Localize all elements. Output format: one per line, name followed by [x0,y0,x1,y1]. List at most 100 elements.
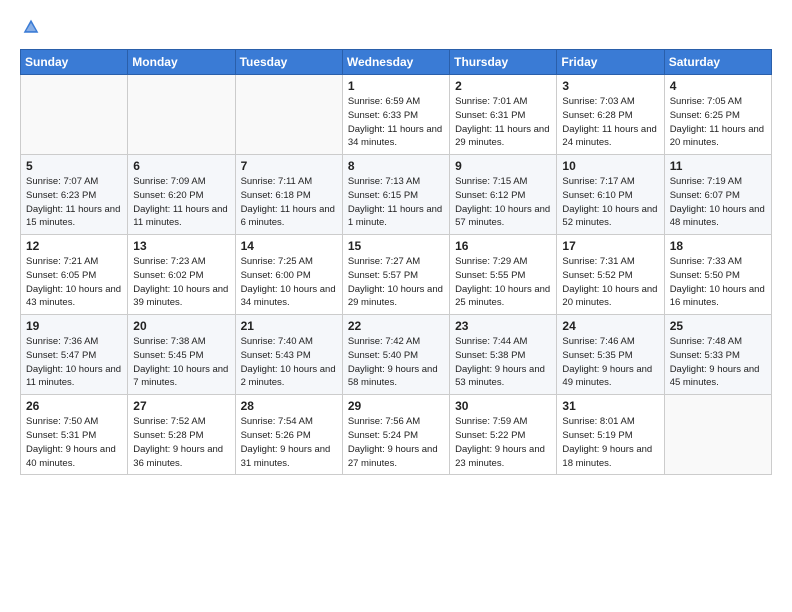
calendar-cell: 12 Sunrise: 7:21 AM Sunset: 6:05 PM Dayli… [21,235,128,315]
header-row: Sunday Monday Tuesday Wednesday Thursday… [21,50,772,75]
day-info: Sunrise: 7:09 AM Sunset: 6:20 PM Dayligh… [133,175,229,230]
day-number: 7 [241,159,337,173]
calendar-page: Sunday Monday Tuesday Wednesday Thursday… [0,0,792,612]
day-info: Sunrise: 7:27 AM Sunset: 5:57 PM Dayligh… [348,255,444,310]
day-info: Sunrise: 7:40 AM Sunset: 5:43 PM Dayligh… [241,335,337,390]
col-sunday: Sunday [21,50,128,75]
calendar-cell: 13 Sunrise: 7:23 AM Sunset: 6:02 PM Dayli… [128,235,235,315]
calendar-week-2: 5Sunrise: 7:07 AM Sunset: 6:23 PM Daylig… [21,155,772,235]
calendar-week-5: 26 Sunrise: 7:50 AM Sunset: 5:31 PM Dayli… [21,395,772,475]
calendar-cell: 3 Sunrise: 7:03 AM Sunset: 6:28 PM Daylig… [557,75,664,155]
calendar-cell: 8 Sunrise: 7:13 AM Sunset: 6:15 PM Daylig… [342,155,449,235]
calendar-table: Sunday Monday Tuesday Wednesday Thursday… [20,49,772,475]
calendar-cell: 31Sunrise: 8:01 AM Sunset: 5:19 PM Dayli… [557,395,664,475]
calendar-cell: 22 Sunrise: 7:42 AM Sunset: 5:40 PM Dayli… [342,315,449,395]
calendar-cell: 1 Sunrise: 6:59 AM Sunset: 6:33 PM Daylig… [342,75,449,155]
calendar-body: 1 Sunrise: 6:59 AM Sunset: 6:33 PM Daylig… [21,75,772,475]
day-info: Sunrise: 7:59 AM Sunset: 5:22 PM Dayligh… [455,415,551,470]
day-number: 20 [133,319,229,333]
calendar-cell: 19Sunrise: 7:36 AM Sunset: 5:47 PM Dayli… [21,315,128,395]
day-number: 13 [133,239,229,253]
calendar-cell: 7 Sunrise: 7:11 AM Sunset: 6:18 PM Daylig… [235,155,342,235]
col-thursday: Thursday [450,50,557,75]
logo-icon [22,18,40,36]
day-number: 22 [348,319,444,333]
col-wednesday: Wednesday [342,50,449,75]
day-info: Sunrise: 7:19 AM Sunset: 6:07 PM Dayligh… [670,175,766,230]
day-info: Sunrise: 7:46 AM Sunset: 5:35 PM Dayligh… [562,335,658,390]
day-info: Sunrise: 7:29 AM Sunset: 5:55 PM Dayligh… [455,255,551,310]
day-number: 24 [562,319,658,333]
calendar-cell [21,75,128,155]
col-saturday: Saturday [664,50,771,75]
day-number: 25 [670,319,766,333]
day-info: Sunrise: 7:56 AM Sunset: 5:24 PM Dayligh… [348,415,444,470]
day-number: 16 [455,239,551,253]
day-number: 27 [133,399,229,413]
calendar-cell: 4Sunrise: 7:05 AM Sunset: 6:25 PM Daylig… [664,75,771,155]
calendar-cell: 20 Sunrise: 7:38 AM Sunset: 5:45 PM Dayli… [128,315,235,395]
day-number: 9 [455,159,551,173]
calendar-cell: 14 Sunrise: 7:25 AM Sunset: 6:00 PM Dayli… [235,235,342,315]
calendar-cell: 29 Sunrise: 7:56 AM Sunset: 5:24 PM Dayli… [342,395,449,475]
day-info: Sunrise: 7:11 AM Sunset: 6:18 PM Dayligh… [241,175,337,230]
calendar-cell: 9 Sunrise: 7:15 AM Sunset: 6:12 PM Daylig… [450,155,557,235]
day-number: 17 [562,239,658,253]
day-info: Sunrise: 7:25 AM Sunset: 6:00 PM Dayligh… [241,255,337,310]
day-info: Sunrise: 7:13 AM Sunset: 6:15 PM Dayligh… [348,175,444,230]
calendar-header: Sunday Monday Tuesday Wednesday Thursday… [21,50,772,75]
day-number: 28 [241,399,337,413]
day-info: Sunrise: 7:42 AM Sunset: 5:40 PM Dayligh… [348,335,444,390]
calendar-cell: 24 Sunrise: 7:46 AM Sunset: 5:35 PM Dayli… [557,315,664,395]
day-info: Sunrise: 8:01 AM Sunset: 5:19 PM Dayligh… [562,415,658,470]
calendar-cell: 18 Sunrise: 7:33 AM Sunset: 5:50 PM Dayli… [664,235,771,315]
calendar-cell: 25 Sunrise: 7:48 AM Sunset: 5:33 PM Dayli… [664,315,771,395]
calendar-cell [664,395,771,475]
calendar-cell [235,75,342,155]
day-number: 26 [26,399,122,413]
calendar-cell: 23Sunrise: 7:44 AM Sunset: 5:38 PM Dayli… [450,315,557,395]
day-info: Sunrise: 7:15 AM Sunset: 6:12 PM Dayligh… [455,175,551,230]
day-info: Sunrise: 7:05 AM Sunset: 6:25 PM Dayligh… [670,95,766,150]
col-monday: Monday [128,50,235,75]
calendar-cell: 21Sunrise: 7:40 AM Sunset: 5:43 PM Dayli… [235,315,342,395]
calendar-cell [128,75,235,155]
day-info: Sunrise: 7:23 AM Sunset: 6:02 PM Dayligh… [133,255,229,310]
day-number: 11 [670,159,766,173]
calendar-cell: 2 Sunrise: 7:01 AM Sunset: 6:31 PM Daylig… [450,75,557,155]
col-tuesday: Tuesday [235,50,342,75]
day-info: Sunrise: 7:50 AM Sunset: 5:31 PM Dayligh… [26,415,122,470]
calendar-cell: 28 Sunrise: 7:54 AM Sunset: 5:26 PM Dayli… [235,395,342,475]
day-number: 3 [562,79,658,93]
day-info: Sunrise: 6:59 AM Sunset: 6:33 PM Dayligh… [348,95,444,150]
day-info: Sunrise: 7:54 AM Sunset: 5:26 PM Dayligh… [241,415,337,470]
day-number: 18 [670,239,766,253]
calendar-cell: 11 Sunrise: 7:19 AM Sunset: 6:07 PM Dayli… [664,155,771,235]
day-number: 8 [348,159,444,173]
day-info: Sunrise: 7:38 AM Sunset: 5:45 PM Dayligh… [133,335,229,390]
page-header [20,18,772,41]
day-number: 29 [348,399,444,413]
day-number: 19 [26,319,122,333]
day-number: 1 [348,79,444,93]
calendar-week-1: 1 Sunrise: 6:59 AM Sunset: 6:33 PM Daylig… [21,75,772,155]
calendar-week-3: 12 Sunrise: 7:21 AM Sunset: 6:05 PM Dayli… [21,235,772,315]
day-number: 15 [348,239,444,253]
day-number: 12 [26,239,122,253]
calendar-cell: 30Sunrise: 7:59 AM Sunset: 5:22 PM Dayli… [450,395,557,475]
day-info: Sunrise: 7:03 AM Sunset: 6:28 PM Dayligh… [562,95,658,150]
day-info: Sunrise: 7:17 AM Sunset: 6:10 PM Dayligh… [562,175,658,230]
day-info: Sunrise: 7:48 AM Sunset: 5:33 PM Dayligh… [670,335,766,390]
logo [20,18,42,41]
day-info: Sunrise: 7:21 AM Sunset: 6:05 PM Dayligh… [26,255,122,310]
calendar-cell: 26 Sunrise: 7:50 AM Sunset: 5:31 PM Dayli… [21,395,128,475]
day-number: 2 [455,79,551,93]
day-info: Sunrise: 7:33 AM Sunset: 5:50 PM Dayligh… [670,255,766,310]
day-number: 14 [241,239,337,253]
day-number: 6 [133,159,229,173]
calendar-cell: 16 Sunrise: 7:29 AM Sunset: 5:55 PM Dayli… [450,235,557,315]
day-info: Sunrise: 7:01 AM Sunset: 6:31 PM Dayligh… [455,95,551,150]
day-number: 10 [562,159,658,173]
calendar-cell: 6 Sunrise: 7:09 AM Sunset: 6:20 PM Daylig… [128,155,235,235]
day-number: 23 [455,319,551,333]
